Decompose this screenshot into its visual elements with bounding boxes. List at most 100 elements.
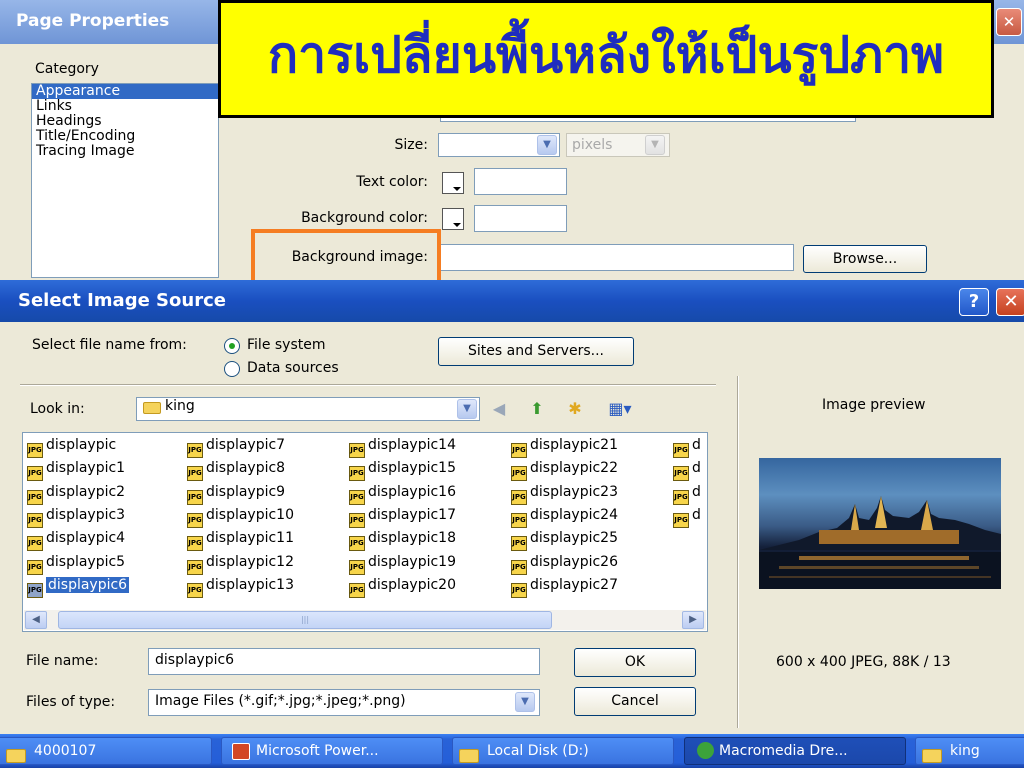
file-item[interactable]: JPG displaypic12 [187, 552, 294, 575]
close-icon[interactable]: ✕ [996, 8, 1022, 36]
file-item-label: displaypic13 [206, 576, 294, 593]
file-item-label: displaypic25 [530, 530, 618, 547]
taskbar-item-local-disk[interactable]: Local Disk (D:) [452, 737, 674, 765]
file-item[interactable]: JPG displaypic8 [187, 458, 285, 482]
text-color-input[interactable] [474, 168, 567, 195]
file-item[interactable]: JPG displaypic7 [187, 435, 285, 458]
file-item-label: displaypic15 [368, 460, 456, 477]
folder-icon [6, 743, 26, 763]
taskbar-item-dreamweaver[interactable]: Macromedia Dre... [684, 737, 906, 765]
file-item[interactable]: JPG displaypic17 [349, 505, 456, 528]
file-item[interactable]: JPG displaypic16 [349, 482, 456, 505]
jpg-file-icon: JPG [187, 443, 203, 458]
category-item-appearance[interactable]: Appearance [32, 84, 218, 99]
file-item[interactable]: JPG displaypic4 [27, 528, 126, 552]
background-color-input[interactable] [474, 205, 567, 232]
close-icon[interactable]: ✕ [996, 288, 1024, 316]
category-item-title-encoding[interactable]: Title/Encoding [32, 129, 218, 144]
chevron-down-icon: ▼ [645, 135, 665, 155]
category-item-links[interactable]: Links [32, 99, 218, 114]
jpg-file-icon: JPG [27, 512, 43, 528]
select-image-source-titlebar[interactable]: Select Image Source [0, 280, 1024, 322]
file-item-label: displaypic20 [368, 576, 456, 593]
file-item[interactable]: JPG d [673, 435, 701, 458]
file-item[interactable]: JPG displaypic1 [27, 458, 125, 482]
taskbar-item-4000107[interactable]: 4000107 [0, 737, 212, 765]
data-sources-label[interactable]: Data sources [247, 360, 339, 376]
file-name-input[interactable]: displaypic6 [148, 648, 540, 675]
size-unit-select: pixels ▼ [566, 133, 670, 157]
file-item[interactable]: JPG displaypic27 [511, 575, 618, 598]
file-item[interactable]: JPG d [673, 458, 701, 482]
file-item[interactable]: JPG displaypic15 [349, 458, 456, 482]
file-item[interactable]: JPG displaypic24 [511, 505, 618, 528]
jpg-file-icon: JPG [27, 559, 43, 575]
browse-button[interactable]: Browse... [803, 245, 927, 273]
cancel-button[interactable]: Cancel [574, 687, 696, 716]
file-item[interactable]: JPG d [673, 482, 701, 505]
file-item[interactable]: JPG displaypic11 [187, 528, 294, 552]
back-icon[interactable]: ◀ [488, 398, 510, 420]
file-item[interactable]: JPG displaypic22 [511, 458, 618, 482]
folder-icon [922, 743, 942, 763]
file-item-label: displaypic21 [530, 437, 618, 453]
file-item-label: displaypic [46, 437, 117, 453]
file-item[interactable]: JPG displaypic18 [349, 528, 456, 552]
category-list[interactable]: Appearance Links Headings Title/Encoding… [31, 83, 219, 278]
file-item[interactable]: JPG displaypic6 [27, 575, 130, 598]
powerpoint-icon [232, 743, 250, 760]
file-item[interactable]: JPG displaypic19 [349, 552, 456, 575]
jpg-file-icon: JPG [349, 559, 365, 575]
help-icon[interactable]: ? [959, 288, 989, 316]
chevron-down-icon[interactable]: ▼ [515, 692, 535, 712]
look-in-label: Look in: [30, 401, 85, 417]
data-sources-radio[interactable] [224, 361, 240, 377]
taskbar-item-powerpoint[interactable]: Microsoft Power... [221, 737, 443, 765]
horizontal-scrollbar[interactable]: ◀ ||| ▶ [24, 610, 706, 630]
file-item[interactable]: JPG displaypic [27, 435, 117, 458]
chevron-down-icon[interactable]: ▼ [537, 135, 557, 155]
sites-and-servers-button[interactable]: Sites and Servers... [438, 337, 634, 366]
file-item[interactable]: JPG displaypic20 [349, 575, 456, 598]
file-system-radio[interactable] [224, 338, 240, 354]
select-from-label: Select file name from: [32, 337, 187, 353]
file-item[interactable]: JPG displaypic9 [187, 482, 285, 505]
jpg-file-icon: JPG [187, 466, 203, 482]
view-menu-icon[interactable]: ▦▾ [602, 398, 638, 420]
chevron-down-icon[interactable]: ▼ [457, 399, 477, 419]
file-item[interactable]: JPG displaypic14 [349, 435, 456, 458]
file-item[interactable]: JPG displaypic3 [27, 505, 125, 528]
category-item-tracing-image[interactable]: Tracing Image [32, 144, 218, 159]
file-item[interactable]: JPG displaypic10 [187, 505, 294, 528]
file-list[interactable]: JPG displaypic JPG displaypic1 JPG displaypic… [22, 432, 708, 632]
taskbar-item-king[interactable]: king [915, 737, 1024, 765]
ok-button[interactable]: OK [574, 648, 696, 677]
taskbar-item-label: king [950, 743, 980, 759]
scroll-right-icon[interactable]: ▶ [682, 611, 704, 629]
file-item-label: displaypic11 [206, 530, 294, 547]
file-item[interactable]: JPG displaypic5 [27, 552, 125, 575]
text-color-swatch[interactable] [442, 172, 464, 194]
file-item-label: displaypic16 [368, 483, 456, 500]
file-system-label[interactable]: File system [247, 337, 326, 353]
jpg-file-icon: JPG [187, 512, 203, 528]
file-item[interactable]: JPG d [673, 505, 701, 528]
new-folder-icon[interactable]: ✱ [564, 398, 586, 420]
scroll-left-icon[interactable]: ◀ [25, 611, 47, 629]
scroll-thumb[interactable]: ||| [58, 611, 552, 629]
file-item[interactable]: JPG displaypic21 [511, 435, 618, 458]
files-of-type-select[interactable]: Image Files (*.gif;*.jpg;*.jpeg;*.png) ▼ [148, 689, 540, 716]
look-in-select[interactable]: king ▼ [136, 397, 480, 421]
file-item[interactable]: JPG displaypic13 [187, 575, 294, 598]
background-color-swatch[interactable] [442, 208, 464, 230]
file-item[interactable]: JPG displaypic25 [511, 528, 618, 552]
background-image-input[interactable] [438, 244, 794, 271]
file-item[interactable]: JPG displaypic26 [511, 552, 618, 575]
file-item-label: displaypic4 [46, 530, 126, 547]
size-unit-value: pixels [572, 137, 613, 153]
up-folder-icon[interactable]: ⬆ [526, 398, 548, 420]
file-item[interactable]: JPG displaypic2 [27, 482, 125, 505]
category-item-headings[interactable]: Headings [32, 114, 218, 129]
file-item[interactable]: JPG displaypic23 [511, 482, 618, 505]
size-select[interactable]: ▼ [438, 133, 560, 157]
